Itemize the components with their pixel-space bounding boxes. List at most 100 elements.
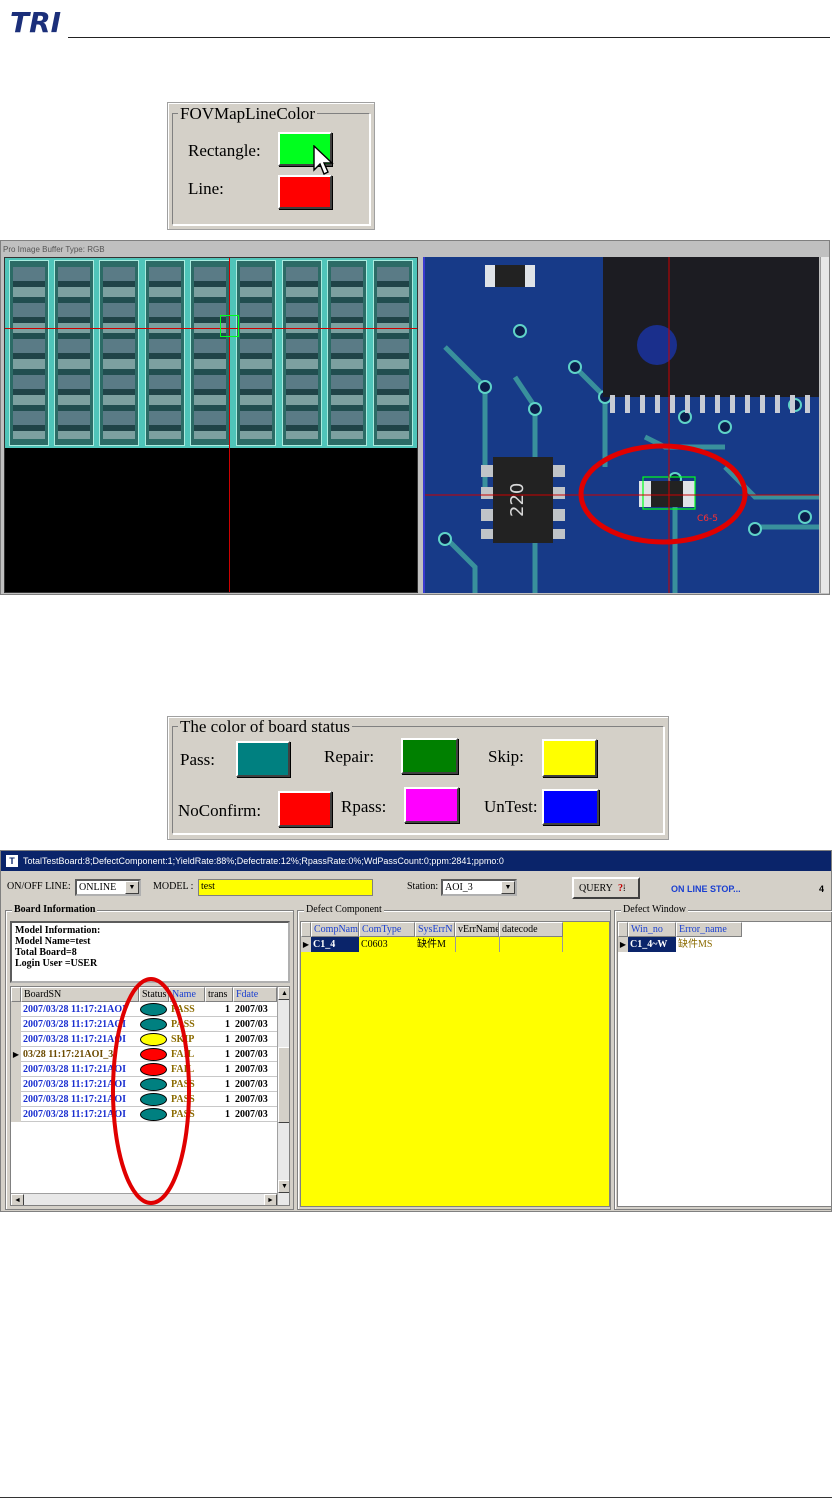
online-select[interactable]: ONLINE ▼ bbox=[75, 879, 141, 896]
station-dropdown-icon[interactable]: ▼ bbox=[501, 881, 515, 894]
scroll-left-icon[interactable]: ◄ bbox=[11, 1194, 24, 1205]
noconfirm-label: NoConfirm: bbox=[178, 801, 262, 820]
board-grid-scrollbar[interactable]: ▲ ▼ bbox=[277, 987, 289, 1205]
rpass-label: Rpass: bbox=[341, 797, 387, 816]
online-dropdown-icon[interactable]: ▼ bbox=[125, 881, 139, 894]
repair-label: Repair: bbox=[324, 747, 375, 766]
station-select[interactable]: AOI_3 ▼ bbox=[441, 879, 517, 896]
fov-map-line-color-group: FOVMapLineColor Rectangle: Line: bbox=[167, 102, 375, 230]
repair-color-button[interactable] bbox=[401, 738, 458, 774]
fov-crosshair-vertical bbox=[229, 258, 230, 592]
model-info-line: Login User =USER bbox=[15, 958, 98, 969]
row-selector bbox=[11, 1062, 21, 1077]
board-status-color-group: The color of board status Pass: Repair: … bbox=[167, 716, 669, 840]
cell-trans: 1 bbox=[225, 1049, 230, 1060]
scroll-right-icon[interactable]: ► bbox=[264, 1194, 277, 1205]
board-status-title: The color of board status bbox=[178, 717, 352, 736]
scroll-thumb[interactable] bbox=[278, 1047, 289, 1123]
row-selector bbox=[11, 1092, 21, 1107]
scroll-up-icon[interactable]: ▲ bbox=[278, 987, 289, 1000]
model-value: test bbox=[201, 881, 215, 892]
pass-label: Pass: bbox=[180, 750, 215, 769]
cell-syserr: 缺件M bbox=[417, 939, 446, 950]
col-trans[interactable]: trans bbox=[205, 987, 233, 1002]
board-information-panel: Board Information Model Information: Mod… bbox=[5, 904, 294, 1210]
tri-logo: TRI bbox=[8, 4, 68, 39]
skip-label: Skip: bbox=[488, 747, 524, 766]
cell-win-no: C1_4~W bbox=[628, 937, 676, 952]
pass-color-button[interactable] bbox=[236, 741, 290, 777]
component-label: C6-5 bbox=[697, 514, 718, 524]
cell-fdate: 2007/03 bbox=[235, 1004, 268, 1015]
app-icon: T bbox=[5, 854, 19, 868]
board-information-title: Board Information bbox=[12, 904, 98, 915]
table-row[interactable]: ▶ C1_4 C0603 缺件M bbox=[301, 937, 563, 952]
cell-trans: 1 bbox=[225, 1094, 230, 1105]
logo-text: TRI bbox=[10, 6, 61, 38]
query-label: QUERY bbox=[579, 883, 613, 894]
scroll-down-icon[interactable]: ▼ bbox=[278, 1180, 289, 1193]
cell-trans: 1 bbox=[225, 1034, 230, 1045]
window-titlebar[interactable]: T TotalTestBoard:8;DefectComponent:1;Yie… bbox=[1, 851, 831, 871]
component-zoom-image: 220 C6-5 bbox=[425, 257, 819, 593]
cell-fdate: 2007/03 bbox=[235, 1109, 268, 1120]
noconfirm-color-button[interactable] bbox=[278, 791, 332, 827]
online-value: ONLINE bbox=[79, 882, 117, 893]
zoom-pane-scrollbar[interactable] bbox=[820, 257, 829, 593]
cell-trans: 1 bbox=[225, 1079, 230, 1090]
defect-component-panel: Defect Component CompName ComType SysErr… bbox=[297, 904, 611, 1210]
status-text: ON LINE STOP... bbox=[671, 884, 741, 894]
col-win-no[interactable]: Win_no bbox=[628, 922, 676, 937]
col-syserrn[interactable]: SysErrN bbox=[415, 922, 455, 937]
image-viewer: Pro Image Buffer Type: RGB 220 C6-5 bbox=[0, 240, 830, 595]
rpass-color-button[interactable] bbox=[404, 787, 459, 823]
cell-fdate: 2007/03 bbox=[235, 1079, 268, 1090]
row-selector bbox=[11, 1002, 21, 1017]
col-comtype[interactable]: ComType bbox=[359, 922, 415, 937]
row-selector bbox=[11, 1017, 21, 1032]
fov-map-title: FOVMapLineColor bbox=[178, 104, 318, 123]
row-indicator-icon: ▶ bbox=[618, 937, 628, 952]
board-panel-image bbox=[5, 258, 417, 448]
fov-rectangle-marker bbox=[220, 315, 239, 337]
query-button[interactable]: QUERY ?⁞ bbox=[572, 877, 640, 899]
cell-comtype: C0603 bbox=[361, 939, 388, 950]
fov-map-pane[interactable] bbox=[4, 257, 418, 593]
chip-pad-text: 220 bbox=[507, 483, 528, 517]
model-info-line: Model Name=test bbox=[15, 936, 91, 947]
cell-trans: 1 bbox=[225, 1064, 230, 1075]
defect-window-panel: Defect Window Win_no Error_name ▶ C1_4~W… bbox=[614, 904, 832, 1210]
line-label: Line: bbox=[188, 179, 224, 198]
header-divider bbox=[68, 37, 830, 38]
model-field[interactable]: test bbox=[198, 879, 373, 896]
aoi-repair-window: T TotalTestBoard:8;DefectComponent:1;Yie… bbox=[0, 850, 832, 1212]
skip-color-button[interactable] bbox=[542, 739, 597, 777]
defect-window-grid: Win_no Error_name ▶ C1_4~W 缺件MS bbox=[617, 921, 832, 1207]
model-info-line: Model Information: bbox=[15, 925, 101, 936]
rectangle-label: Rectangle: bbox=[188, 141, 261, 160]
line-color-button[interactable] bbox=[278, 175, 332, 209]
cell-fdate: 2007/03 bbox=[235, 1049, 268, 1060]
col-error-name[interactable]: Error_name bbox=[676, 922, 742, 937]
cell-compname: C1_4 bbox=[311, 937, 359, 952]
col-datecode[interactable]: datecode bbox=[499, 922, 563, 937]
cell-fdate: 2007/03 bbox=[235, 1064, 268, 1075]
cell-trans: 1 bbox=[225, 1019, 230, 1030]
untest-label: UnTest: bbox=[484, 797, 538, 816]
component-zoom-pane[interactable]: 220 C6-5 bbox=[423, 257, 819, 593]
status-count: 4 bbox=[819, 884, 825, 894]
row-selector bbox=[11, 1107, 21, 1122]
station-value: AOI_3 bbox=[445, 882, 473, 893]
col-verrname[interactable]: vErrName bbox=[455, 922, 499, 937]
row-selector bbox=[11, 1077, 21, 1092]
col-fdate[interactable]: Fdate bbox=[233, 987, 277, 1002]
online-label: ON/OFF LINE: bbox=[7, 881, 71, 892]
row-indicator-icon: ▶ bbox=[11, 1047, 21, 1062]
defect-window-title: Defect Window bbox=[621, 904, 689, 915]
untest-color-button[interactable] bbox=[542, 789, 599, 825]
table-row[interactable]: ▶ C1_4~W 缺件MS bbox=[618, 937, 742, 952]
mouse-cursor-icon bbox=[313, 145, 334, 175]
cell-error-name: 缺件MS bbox=[678, 939, 713, 950]
col-compname[interactable]: CompName bbox=[311, 922, 359, 937]
fov-crosshair-horizontal bbox=[5, 328, 417, 329]
